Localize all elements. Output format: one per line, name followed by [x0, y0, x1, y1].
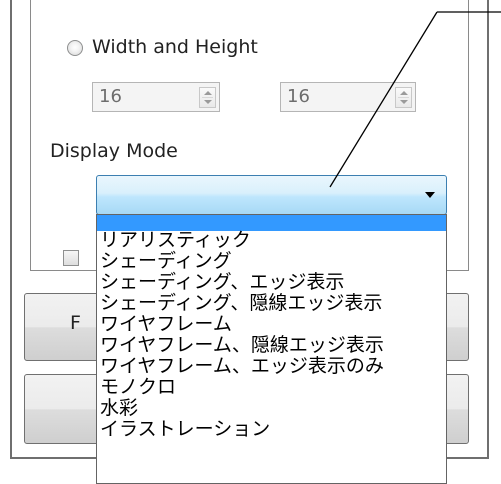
callout-leader-line: [329, 11, 501, 188]
